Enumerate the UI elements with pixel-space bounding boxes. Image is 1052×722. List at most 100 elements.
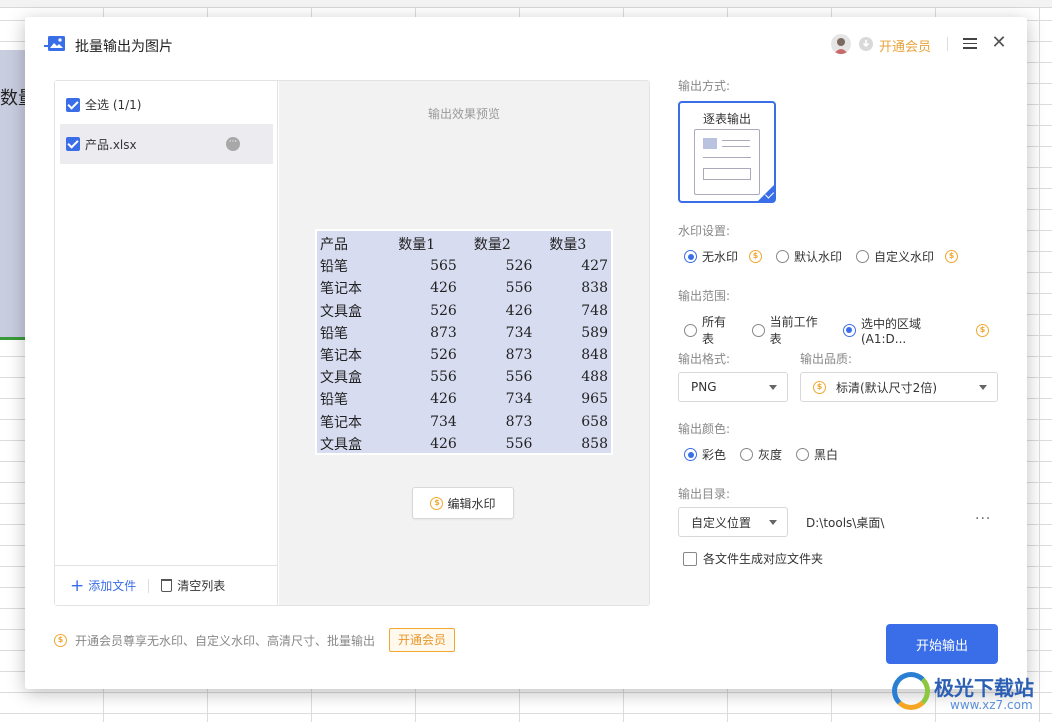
preview-table-row: 笔记本 734 873 658 <box>317 411 611 433</box>
chevron-down-icon <box>769 520 777 525</box>
preview-cell: 笔记本 <box>320 348 362 365</box>
preview-cell: 笔记本 <box>320 281 362 298</box>
preview-table-row: 笔记本 526 873 848 <box>317 344 611 366</box>
quality-label: 输出品质: <box>800 352 853 366</box>
radio-color[interactable]: 彩色 <box>684 446 726 463</box>
preview-cell: 文具盒 <box>320 370 362 387</box>
preview-header-cell: 数量2 <box>473 237 511 254</box>
file-row[interactable]: 产品.xlsx ··· <box>60 124 273 164</box>
preview-cell: 858 <box>581 435 608 452</box>
preview-header-cell: 产品 <box>320 237 348 254</box>
trash-icon <box>161 579 173 592</box>
clear-list-button[interactable]: 清空列表 <box>161 577 225 594</box>
spreadsheet-top-bar <box>0 0 1052 8</box>
output-mode-card-per-sheet[interactable]: 逐表输出 <box>678 101 776 203</box>
vip-download-icon <box>859 37 873 51</box>
preview-cell: 526 <box>430 302 457 319</box>
coin-icon: $ <box>813 380 826 394</box>
header-divider <box>947 37 948 51</box>
radio-default-watermark[interactable]: 默认水印 <box>776 248 842 265</box>
logo-swirl-icon <box>892 672 930 710</box>
preview-cell: 427 <box>581 258 608 275</box>
coin-icon: $ <box>54 633 67 647</box>
radio-selected-range[interactable]: 选中的区域(A1:D... $ <box>842 315 989 346</box>
checkbox-checked-icon[interactable] <box>66 137 80 151</box>
preview-cell: 965 <box>581 391 608 408</box>
vip-tag-button[interactable]: 开通会员 <box>389 628 456 652</box>
preview-cell: 848 <box>581 347 608 364</box>
preview-table-row: 文具盒 556 556 488 <box>317 366 611 388</box>
radio-current-sheet[interactable]: 当前工作表 <box>751 313 829 347</box>
file-list-footer: + 添加文件 清空列表 <box>55 565 278 605</box>
radio-grayscale[interactable]: 灰度 <box>740 446 782 463</box>
preview-header-row: 产品 数量1 数量2 数量3 <box>317 233 611 255</box>
dialog-title: 批量输出为图片 <box>75 39 173 55</box>
browse-more-button[interactable]: ··· <box>975 511 991 527</box>
dir-label: 输出目录: <box>678 487 731 501</box>
dir-mode-value: 自定义位置 <box>691 515 752 530</box>
preview-cell: 556 <box>430 369 457 386</box>
coin-icon: $ <box>945 250 959 263</box>
format-select[interactable]: PNG <box>678 372 788 402</box>
watermark-label: 水印设置: <box>678 224 731 238</box>
preview-table-row: 笔记本 426 556 838 <box>317 277 611 299</box>
preview-cell: 文具盒 <box>320 303 362 320</box>
preview-header-cell: 数量3 <box>549 237 587 254</box>
folder-per-file-checkbox[interactable]: 各文件生成对应文件夹 <box>683 550 823 567</box>
main-panel: 全选 (1/1) 产品.xlsx ··· + 添加文件 清空列表 输出效果预览 … <box>54 80 650 606</box>
radio-no-watermark[interactable]: 无水印 $ <box>684 248 763 265</box>
menu-icon[interactable] <box>963 36 977 50</box>
range-label: 输出范围: <box>678 289 731 303</box>
preview-cell: 426 <box>430 391 457 408</box>
radio-custom-watermark[interactable]: 自定义水印 $ <box>856 248 959 265</box>
format-value: PNG <box>691 380 717 394</box>
close-icon[interactable]: ✕ <box>991 34 1007 52</box>
preview-cell: 文具盒 <box>320 436 362 453</box>
coin-icon: $ <box>430 496 444 510</box>
more-options-icon[interactable]: ··· <box>226 137 240 151</box>
edit-watermark-button[interactable]: $ 编辑水印 <box>412 487 514 519</box>
user-avatar[interactable] <box>831 34 851 54</box>
spreadsheet-selected-cell: 数量 <box>0 50 26 340</box>
preview-header-cell: 数量1 <box>398 237 436 254</box>
preview-cell: 556 <box>505 280 533 297</box>
range-options: 所有表 当前工作表 选中的区域(A1:D... $ <box>684 313 1003 347</box>
preview-cell: 873 <box>430 324 457 341</box>
plus-icon: + <box>70 575 85 596</box>
cell-text: 数量 <box>0 88 26 109</box>
preview-cell: 526 <box>505 258 533 275</box>
add-file-button[interactable]: + 添加文件 <box>70 577 136 594</box>
site-watermark-logo: 极光下载站 www.xz7.com <box>890 668 1050 720</box>
quality-value: 标清(默认尺寸2倍) <box>836 380 937 395</box>
preview-cell: 873 <box>505 413 533 430</box>
radio-all-sheets[interactable]: 所有表 <box>684 313 738 347</box>
preview-cell: 426 <box>430 435 457 452</box>
preview-cell: 488 <box>581 369 608 386</box>
radio-black-white[interactable]: 黑白 <box>796 446 838 463</box>
preview-label: 输出效果预览 <box>427 107 500 121</box>
select-all-checkbox[interactable]: 全选 (1/1) <box>66 96 142 113</box>
dir-mode-select[interactable]: 自定义位置 <box>678 507 788 537</box>
batch-export-image-dialog: 批量输出为图片 开通会员 ✕ 全选 (1/1) 产品.xlsx ··· + 添加… <box>25 17 1027 689</box>
preview-cell: 526 <box>430 347 457 364</box>
preview-cell: 556 <box>505 435 533 452</box>
quality-select[interactable]: $ 标清(默认尺寸2倍) <box>800 372 998 402</box>
watermark-options: 无水印 $ 默认水印 自定义水印 $ <box>684 248 972 265</box>
preview-cell: 734 <box>505 391 533 408</box>
chevron-down-icon <box>769 385 777 390</box>
preview-table-row: 文具盒 526 426 748 <box>317 300 611 322</box>
preview-cell: 565 <box>430 258 457 275</box>
preview-cell: 873 <box>505 347 533 364</box>
preview-table-row: 铅笔 426 734 965 <box>317 388 611 410</box>
dir-path: D:\tools\桌面\ <box>806 516 885 530</box>
start-export-button[interactable]: 开始输出 <box>886 624 998 664</box>
preview-cell: 734 <box>430 413 457 430</box>
mode-card-title: 逐表输出 <box>702 112 751 126</box>
vip-link[interactable]: 开通会员 <box>879 36 931 55</box>
preview-table-row: 铅笔 565 526 427 <box>317 255 611 277</box>
preview-cell: 426 <box>430 280 457 297</box>
preview-cell: 734 <box>505 324 533 341</box>
preview-cell: 556 <box>505 369 533 386</box>
output-mode-label: 输出方式: <box>678 79 731 93</box>
select-all-label: 全选 (1/1) <box>85 98 142 112</box>
